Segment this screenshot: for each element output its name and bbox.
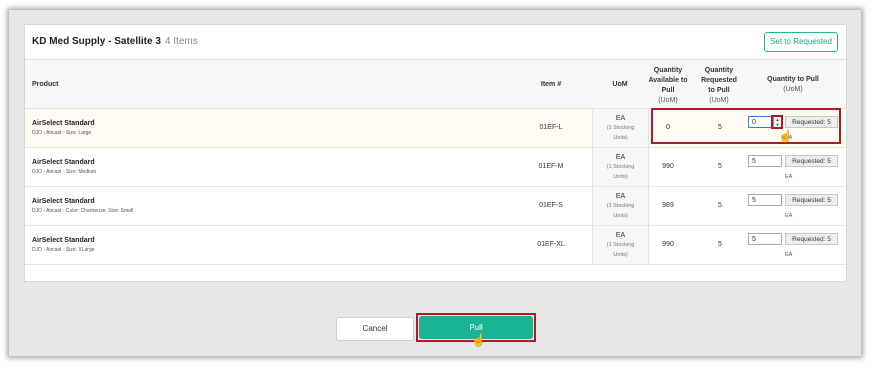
location-title: KD Med Supply - Satellite 3 (32, 36, 161, 47)
uom-detail: (1 Stocking (606, 203, 635, 209)
product-name: AirSelect Standard (32, 159, 95, 166)
quantity-to-pull-input[interactable]: 5 (748, 233, 782, 245)
column-to-pull-sub: (UoM) (783, 86, 803, 93)
column-available-line1: Quantity (653, 67, 683, 74)
cancel-button[interactable]: Cancel (336, 317, 414, 341)
page-title: KD Med Supply - Satellite 34 Items (32, 36, 198, 47)
table-header: Product Item # UoM Quantity Available to… (25, 60, 846, 109)
unit-label: EA (785, 252, 793, 258)
uom-detail: Units) (613, 135, 628, 141)
product-name: AirSelect Standard (32, 120, 95, 127)
product-name: AirSelect Standard (32, 237, 95, 244)
product-description: DJO - Aircast - Color: Chartreuse, Size:… (32, 208, 134, 214)
product-description: DJO - Aircast - Size: Large (32, 130, 92, 136)
column-requested: Quantity Requested to Pull (UoM) (696, 66, 742, 106)
quantity-requested: 5 (718, 202, 722, 209)
row-highlight (651, 108, 841, 144)
uom-detail: (1 Stocking (606, 164, 635, 170)
column-requested-sub: (UoM) (709, 97, 729, 104)
uom-value: EA (615, 154, 626, 161)
table-row: AirSelect Standard DJO - Aircast - Size:… (25, 148, 846, 187)
requested-button[interactable]: Requested: 5 (785, 194, 838, 206)
product-name: AirSelect Standard (32, 198, 95, 205)
requested-button[interactable]: Requested: 5 (785, 155, 838, 167)
uom-value: EA (615, 193, 626, 200)
column-available-sub: (UoM) (658, 97, 678, 104)
column-to-pull-label: Quantity to Pull (767, 76, 819, 83)
column-available-line3: Pull (661, 87, 675, 94)
item-number: 01EF-S (539, 202, 563, 209)
uom-detail: Units) (613, 252, 628, 258)
quantity-available: 989 (662, 202, 674, 209)
uom-cell: EA (1 Stocking Units) (592, 187, 649, 225)
requested-button[interactable]: Requested: 5 (785, 233, 838, 245)
product-description: DJO - Aircast - Size: Medium (32, 169, 97, 175)
column-requested-line1: Quantity (704, 67, 734, 74)
quantity-to-pull-input[interactable]: 5 (748, 155, 782, 167)
quantity-requested: 5 (718, 163, 722, 170)
quantity-available: 990 (662, 241, 674, 248)
quantity-requested: 5 (718, 241, 722, 248)
pull-items-panel: KD Med Supply - Satellite 34 Items Set t… (24, 24, 847, 282)
product-description: DJO - Aircast - Size: XLarge (32, 247, 95, 253)
item-number: 01EF-XL (537, 241, 565, 248)
set-to-requested-button[interactable]: Set to Requested (764, 32, 838, 52)
hand-pointer-icon: ☝ (778, 129, 793, 143)
quantity-available: 990 (662, 163, 674, 170)
uom-detail: Units) (613, 213, 628, 219)
unit-label: EA (785, 174, 793, 180)
hand-pointer-icon: ☝ (471, 333, 486, 347)
uom-value: EA (615, 232, 626, 239)
table-row: AirSelect Standard DJO - Aircast - Color… (25, 187, 846, 226)
panel-header: KD Med Supply - Satellite 34 Items Set t… (25, 25, 846, 60)
uom-detail: (1 Stocking (606, 242, 635, 248)
column-to-pull: Quantity to Pull (UoM) (755, 75, 831, 95)
column-product: Product (32, 81, 59, 88)
unit-label: EA (785, 213, 793, 219)
column-available: Quantity Available to Pull (UoM) (645, 66, 691, 106)
item-number: 01EF-L (539, 124, 563, 131)
table-row: AirSelect Standard DJO - Aircast - Size:… (25, 226, 846, 265)
uom-detail: Units) (613, 174, 628, 180)
quantity-to-pull-input[interactable]: 5 (748, 194, 782, 206)
uom-cell: EA (1 Stocking Units) (592, 226, 649, 264)
uom-cell: EA (1 Stocking Units) (592, 109, 649, 147)
item-number: 01EF-M (538, 163, 564, 170)
uom-value: EA (615, 115, 626, 122)
column-requested-line3: to Pull (708, 87, 730, 94)
column-available-line2: Available to (648, 77, 688, 84)
column-item: Item # (540, 81, 562, 88)
uom-detail: (1 Stocking (606, 125, 635, 131)
uom-cell: EA (1 Stocking Units) (592, 148, 649, 186)
item-count: 4 Items (164, 36, 198, 47)
column-uom: UoM (612, 81, 628, 88)
column-requested-line2: Requested (701, 77, 737, 84)
